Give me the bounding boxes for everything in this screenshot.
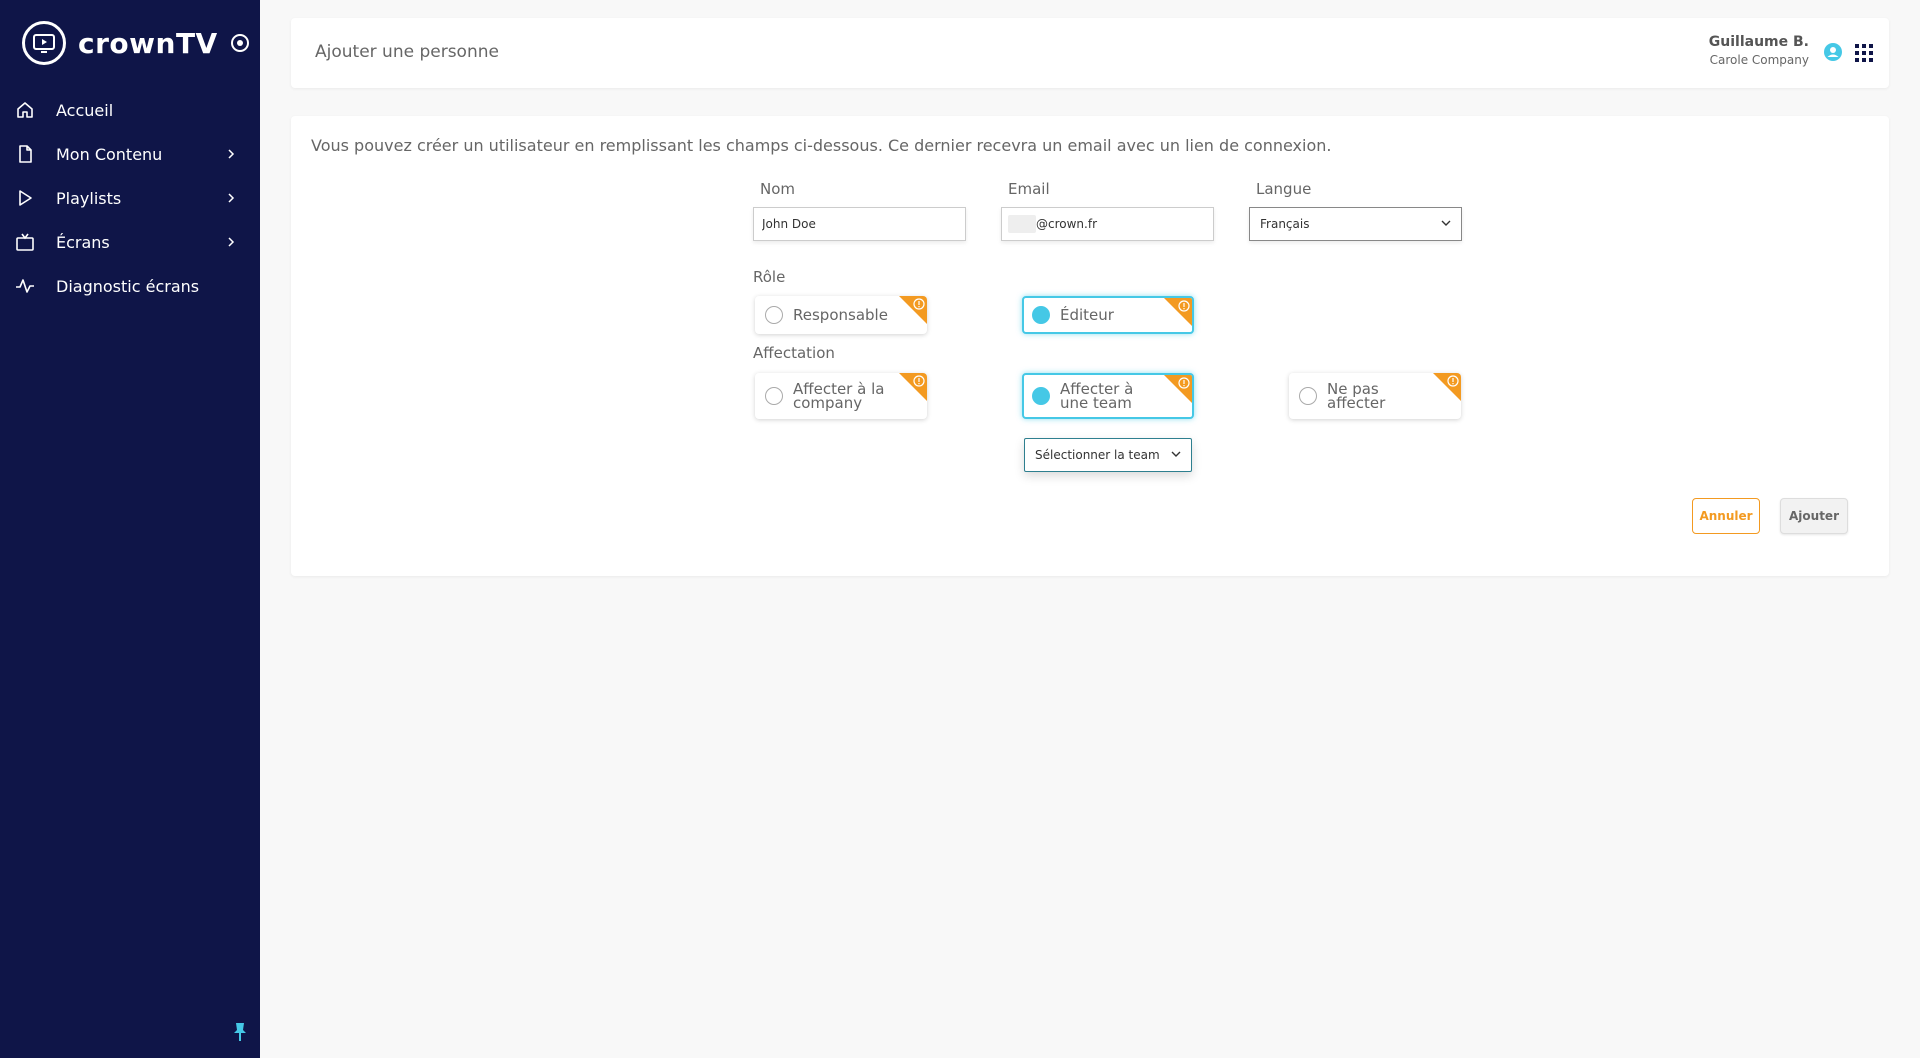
option-label: Affecter à une team xyxy=(1060,380,1134,412)
brand-name: crownTV xyxy=(78,26,218,60)
option-label: Ne pas affecter xyxy=(1327,380,1386,412)
radio-button[interactable] xyxy=(1299,387,1317,405)
brand-settings-icon[interactable] xyxy=(230,33,250,53)
name-input[interactable] xyxy=(753,207,966,241)
email-redacted xyxy=(1008,215,1036,233)
play-icon xyxy=(14,187,36,209)
assignment-option-team[interactable]: Affecter à une team xyxy=(1022,373,1194,419)
info-corner-icon[interactable] xyxy=(1164,298,1192,326)
document-icon xyxy=(14,143,36,165)
radio-button[interactable] xyxy=(1032,306,1050,324)
pin-icon[interactable] xyxy=(232,1022,248,1046)
radio-button[interactable] xyxy=(765,387,783,405)
user-info[interactable]: Guillaume B. Carole Company xyxy=(1709,34,1809,67)
tv-icon xyxy=(14,231,36,253)
sidebar-item-diagnostic[interactable]: Diagnostic écrans xyxy=(0,264,260,308)
sidebar-item-accueil[interactable]: Accueil xyxy=(0,88,260,132)
chevron-right-icon xyxy=(224,147,238,161)
chevron-down-icon xyxy=(1441,217,1451,231)
team-select[interactable]: Sélectionner la team xyxy=(1024,438,1192,472)
add-person-form: Vous pouvez créer un utilisateur en remp… xyxy=(291,116,1889,576)
info-corner-icon[interactable] xyxy=(899,296,927,324)
language-value: Français xyxy=(1260,217,1310,231)
email-domain: @crown.fr xyxy=(1036,217,1098,231)
sidebar-item-label: Accueil xyxy=(56,100,114,120)
sidebar-item-label: Diagnostic écrans xyxy=(56,276,200,296)
email-label: Email xyxy=(1008,180,1050,198)
add-button[interactable]: Ajouter xyxy=(1780,498,1848,534)
cancel-button[interactable]: Annuler xyxy=(1692,498,1760,534)
language-label: Langue xyxy=(1256,180,1312,198)
role-label: Rôle xyxy=(753,268,786,286)
info-corner-icon[interactable] xyxy=(1164,375,1192,403)
option-label: Responsable xyxy=(793,306,888,324)
user-name: Guillaume B. xyxy=(1708,34,1809,50)
form-intro: Vous pouvez créer un utilisateur en remp… xyxy=(311,136,1332,155)
name-label: Nom xyxy=(760,180,796,198)
email-input[interactable]: @crown.fr xyxy=(1001,207,1214,241)
sidebar-item-playlists[interactable]: Playlists xyxy=(0,176,260,220)
chevron-right-icon xyxy=(224,235,238,249)
sidebar-item-label: Écrans xyxy=(56,232,110,252)
brand[interactable]: crownTV xyxy=(22,20,250,66)
chevron-right-icon xyxy=(224,191,238,205)
sidebar-item-label: Mon Contenu xyxy=(56,144,163,164)
radio-button[interactable] xyxy=(1032,387,1050,405)
sidebar-item-label: Playlists xyxy=(56,188,122,208)
sidebar-item-mon-contenu[interactable]: Mon Contenu xyxy=(0,132,260,176)
assignment-option-none[interactable]: Ne pas affecter xyxy=(1289,373,1461,419)
role-option-editeur[interactable]: Éditeur xyxy=(1022,296,1194,334)
brand-logo-icon xyxy=(22,21,66,65)
chevron-down-icon xyxy=(1171,448,1181,462)
info-corner-icon[interactable] xyxy=(899,373,927,401)
language-select[interactable]: Français xyxy=(1249,207,1462,241)
page-title: Ajouter une personne xyxy=(315,42,499,62)
team-select-value: Sélectionner la team xyxy=(1035,448,1160,462)
user-avatar-icon[interactable] xyxy=(1823,42,1843,66)
assignment-label: Affectation xyxy=(753,344,835,362)
home-icon xyxy=(14,99,36,121)
activity-icon xyxy=(14,275,36,297)
radio-button[interactable] xyxy=(765,306,783,324)
page-header: Ajouter une personne Guillaume B. Carole… xyxy=(291,18,1889,88)
option-label: Éditeur xyxy=(1060,306,1114,324)
user-company: Carole Company xyxy=(1709,53,1809,67)
sidebar-item-ecrans[interactable]: Écrans xyxy=(0,220,260,264)
assignment-option-company[interactable]: Affecter à la company xyxy=(755,373,927,419)
info-corner-icon[interactable] xyxy=(1433,373,1461,401)
sidebar: crownTV Accueil Mon Contenu Playlists Éc… xyxy=(0,0,260,1058)
option-label: Affecter à la company xyxy=(793,380,885,412)
sidebar-nav: Accueil Mon Contenu Playlists Écrans Dia… xyxy=(0,88,260,308)
role-option-responsable[interactable]: Responsable xyxy=(755,296,927,334)
apps-grid-icon[interactable] xyxy=(1855,44,1873,66)
